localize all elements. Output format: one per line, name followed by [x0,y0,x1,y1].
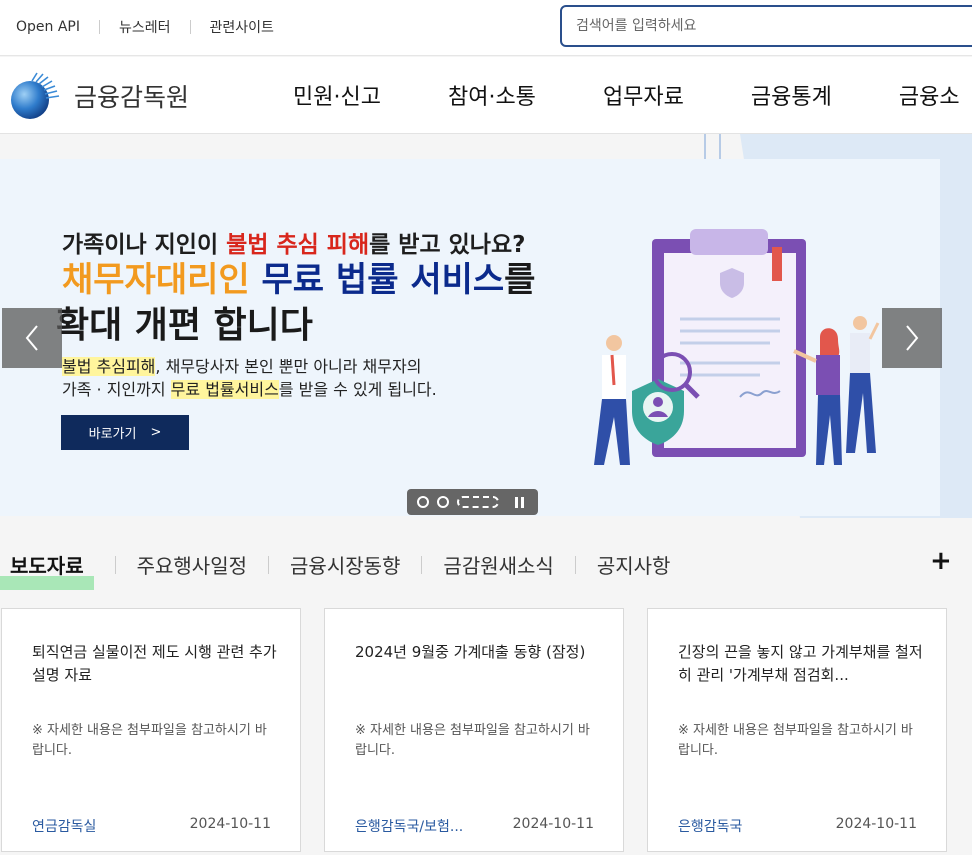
description-highlight: 불법 추심피해 [62,357,156,376]
title-suffix: 를 [504,260,536,300]
search-input[interactable] [562,7,972,45]
card-note: ※ 자세한 내용은 첨부파일을 참고하시기 바랍니다. [32,723,267,758]
menu-item-complaint[interactable]: 민원·신고 [293,79,381,111]
utility-bar: Open API 뉴스레터 관련사이트 [0,0,972,56]
pause-icon[interactable] [515,496,524,508]
card-department: 은행감독국/보험... [355,819,464,835]
news-card[interactable]: 퇴직연금 실물이전 제도 시행 관련 추가 설명 자료 ※ 자세한 내용은 첨부… [1,608,301,852]
news-tabs: 보도자료 주요행사일정 금융시장동향 금감원새소식 공지사항 [0,550,671,590]
newsletter-link[interactable]: 뉴스레터 [119,17,171,37]
divider [268,555,270,574]
card-note: ※ 자세한 내용은 첨부파일을 참고하시기 바랍니다. [355,723,590,758]
tab-notices[interactable]: 공지사항 [597,550,671,579]
description-text: 가족 · 지인까지 [62,380,171,399]
more-plus-icon[interactable]: + [930,548,952,574]
related-sites-link[interactable]: 관련사이트 [210,17,274,37]
menu-item-work-data[interactable]: 업무자료 [603,79,684,111]
chevron-left-icon [25,325,38,351]
tab-fss-news[interactable]: 금감원새소식 [443,550,553,579]
divider [99,20,100,34]
divider [574,555,576,574]
chevron-right-icon: > [150,425,162,440]
description-text: 를 받을 수 있게 됩니다. [278,380,437,399]
description-highlight: 무료 법률서비스 [170,380,279,399]
news-card[interactable]: 2024년 9월중 가계대출 동향 (잠정) ※ 자세한 내용은 첨부파일을 참… [324,608,624,852]
card-department: 은행감독국 [678,819,743,835]
card-date: 2024-10-11 [512,816,594,832]
pager-dot-1[interactable] [417,496,429,508]
carousel-next-button[interactable] [882,308,942,368]
carousel-pager [407,489,538,515]
carousel-prev-button[interactable] [2,308,62,368]
chevron-right-icon [906,325,919,351]
logo-text: 금융감독원 [74,83,190,112]
main-navigation: 금융감독원 민원·신고 참여·소통 업무자료 금융통계 금융소 [0,57,972,134]
menu-item-statistics[interactable]: 금융통계 [751,79,832,111]
logo[interactable]: 금융감독원 [10,69,189,123]
card-title: 긴장의 끈을 놓지 않고 가계부채를 철저히 관리 '가계부채 점검회... [678,643,923,684]
description-text: , 채무당사자 본인 뿐만 아니라 채무자의 [155,357,422,376]
search-box [560,5,972,47]
card-department: 연금감독실 [32,819,97,835]
banner-go-button[interactable]: 바로가기 > [61,415,189,450]
card-date: 2024-10-11 [835,816,917,832]
tab-market-trends[interactable]: 금융시장동향 [290,550,400,579]
news-card[interactable]: 긴장의 끈을 놓지 않고 가계부채를 철저히 관리 '가계부채 점검회... ※… [647,608,947,852]
divider [114,555,116,574]
clipboard-illustration [594,229,880,465]
title-blue: 무료 법률 서비스 [249,260,505,300]
gnb-menu: 민원·신고 참여·소통 업무자료 금융통계 금융소 [293,79,972,111]
card-title: 퇴직연금 실물이전 제도 시행 관련 추가 설명 자료 [32,643,277,684]
pager-dot-3-active[interactable] [457,496,499,508]
divider [189,20,191,34]
tab-event-schedule[interactable]: 주요행사일정 [137,550,247,579]
card-date: 2024-10-11 [189,816,271,832]
promo-banner[interactable]: 가족이나 지인이 불법 추심 피해를 받고 있나요? 채무자대리인 무료 법률 … [0,159,940,516]
divider [421,555,423,574]
card-note: ※ 자세한 내용은 첨부파일을 참고하시기 바랍니다. [678,723,913,758]
banner-description-line2: 가족 · 지인까지 무료 법률서비스를 받을 수 있게 됩니다. [62,376,437,400]
button-label: 바로가기 [88,427,137,442]
banner-title: 채무자대리인 무료 법률 서비스를 [62,252,535,301]
card-title: 2024년 9월중 가계대출 동향 (잠정) [355,643,586,661]
logo-emblem-icon [10,69,64,123]
banner-description: 불법 추심피해, 채무당사자 본인 뿐만 아니라 채무자의 [62,353,421,377]
pager-dot-2[interactable] [437,496,449,508]
menu-item-consumer[interactable]: 금융소 [899,79,960,111]
tab-press-release[interactable]: 보도자료 [0,550,94,590]
utility-links: Open API 뉴스레터 관련사이트 [16,17,274,37]
title-orange: 채무자대리인 [62,260,250,300]
open-api-link[interactable]: Open API [16,19,80,35]
menu-item-participation[interactable]: 참여·소통 [448,79,536,111]
banner-title-line2: 확대 개편 합니다 [56,305,313,346]
